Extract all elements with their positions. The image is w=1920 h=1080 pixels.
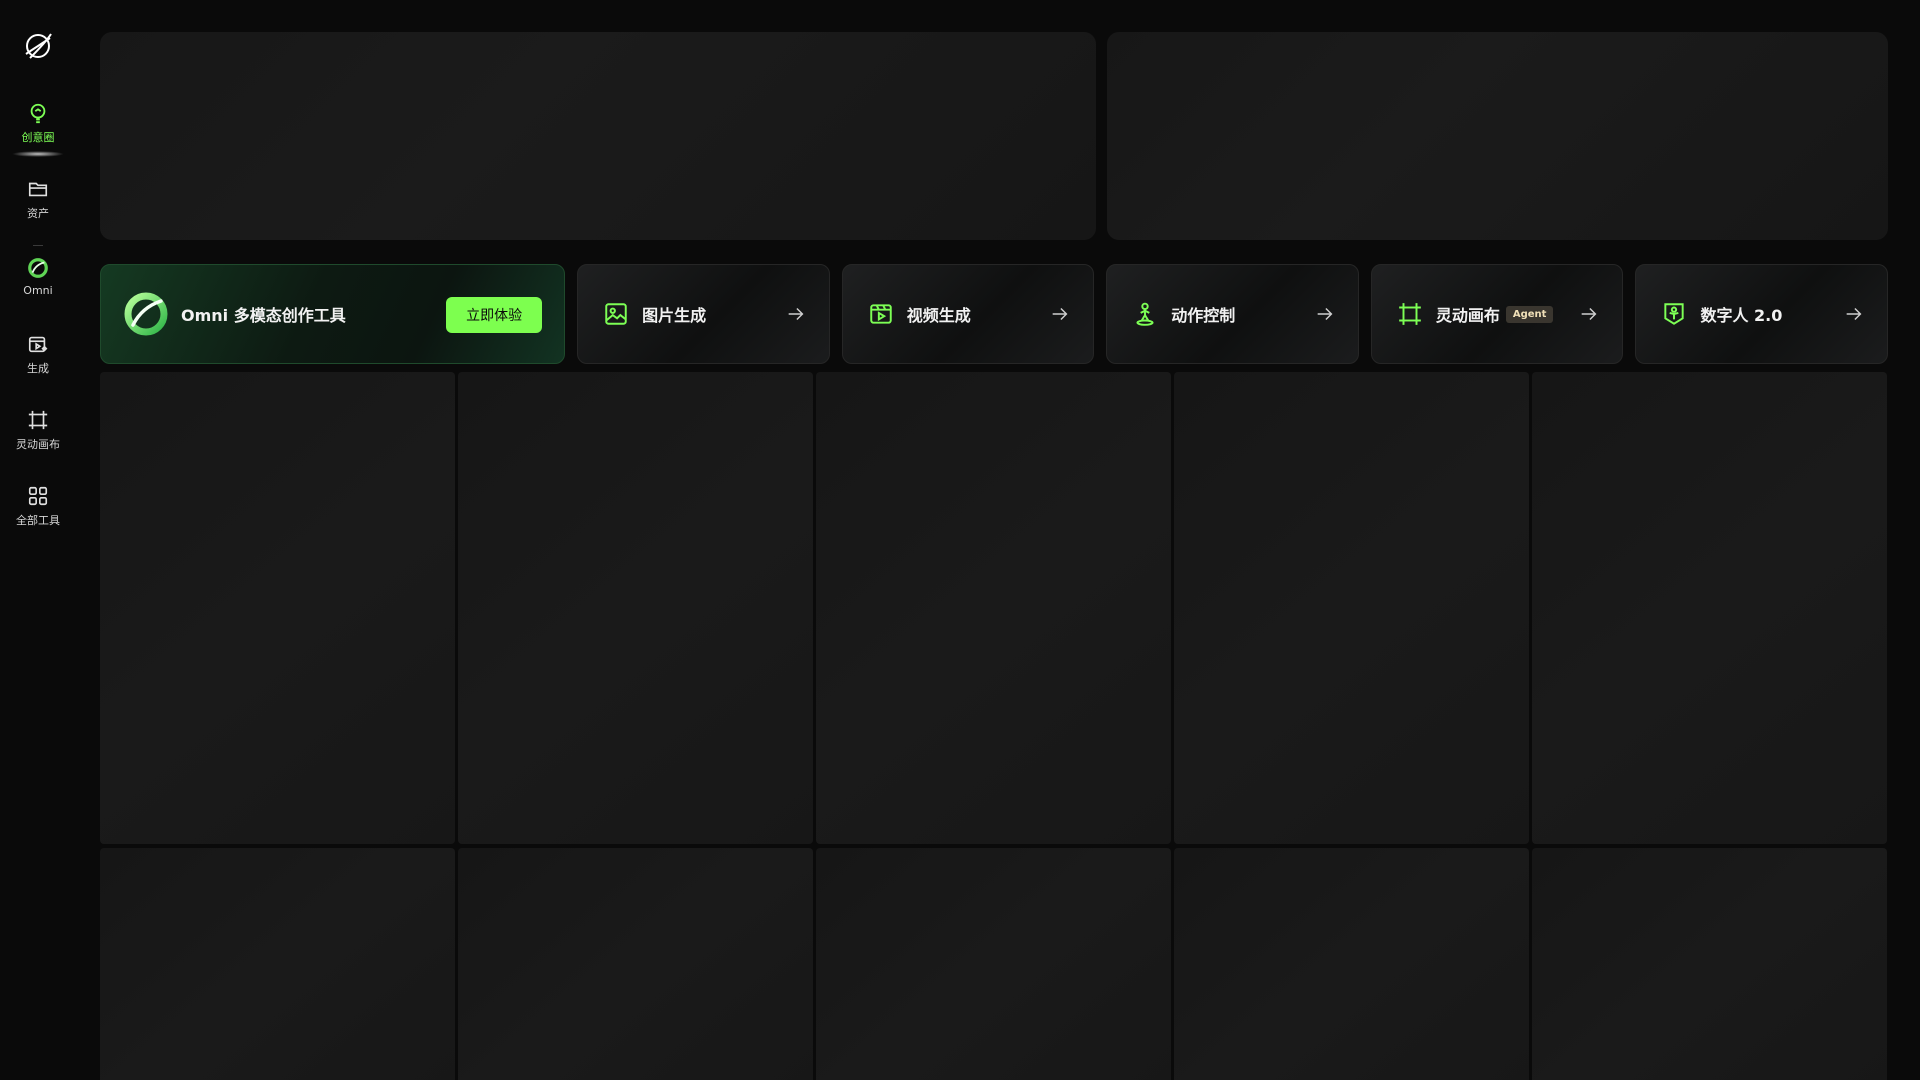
sidebar-item-omni[interactable]: Omni: [0, 256, 76, 314]
sidebar-item-canvas[interactable]: 灵动画布: [0, 408, 76, 466]
sidebar-item-all-tools[interactable]: 全部工具: [0, 484, 76, 542]
omni-logo-icon: [123, 291, 169, 337]
folder-icon: [26, 177, 50, 201]
tool-label: 灵动画布: [1435, 306, 1500, 325]
try-now-button[interactable]: 立即体验: [446, 297, 543, 333]
app-logo-icon[interactable]: [21, 29, 55, 63]
arrow-right-icon: [1578, 303, 1600, 325]
tool-card-video-generation[interactable]: 视频生成: [841, 264, 1095, 364]
omni-ring-icon: [26, 256, 50, 280]
motion-icon: [1131, 300, 1159, 328]
sidebar-nav: 创意圈 资产 Omni 生成 灵动画布 全部工具: [0, 101, 76, 560]
arrow-right-icon: [1843, 303, 1865, 325]
sidebar-item-label: 生成: [27, 362, 49, 375]
tool-label: Omni 多模态创作工具: [181, 306, 346, 325]
agent-badge: Agent: [1505, 305, 1554, 323]
content-card[interactable]: [1174, 848, 1529, 1080]
sidebar-item-creative[interactable]: 创意圈: [0, 101, 76, 159]
canvas-frame-icon: [1396, 300, 1424, 328]
content-card[interactable]: [458, 372, 813, 844]
tool-label: 图片生成: [642, 306, 707, 325]
image-icon: [602, 300, 630, 328]
canvas-frame-icon: [26, 408, 50, 432]
content-card[interactable]: [1174, 372, 1529, 844]
arrow-right-icon: [1314, 303, 1336, 325]
content-card[interactable]: [1532, 848, 1887, 1080]
tool-card-omni[interactable]: Omni 多模态创作工具 立即体验: [100, 264, 566, 364]
banner-right[interactable]: [1107, 32, 1888, 240]
tool-cards-row: Omni 多模态创作工具 立即体验 图片生成 视频生成 动作控制 灵动画布 Ag…: [100, 264, 1889, 364]
content-card[interactable]: [816, 372, 1171, 844]
tool-card-canvas[interactable]: 灵动画布 Agent: [1370, 264, 1624, 364]
sidebar-divider: [33, 245, 43, 246]
arrow-right-icon: [785, 303, 807, 325]
tool-label: 动作控制: [1171, 306, 1236, 325]
sidebar-item-assets[interactable]: 资产: [0, 177, 76, 235]
sidebar-item-label: Omni: [23, 284, 53, 297]
tool-card-digital-human[interactable]: 数字人 2.0: [1635, 264, 1889, 364]
content-card[interactable]: [816, 848, 1171, 1080]
content-card[interactable]: [100, 848, 455, 1080]
generate-icon: [26, 332, 50, 356]
tool-card-image-generation[interactable]: 图片生成: [577, 264, 830, 364]
bulb-icon: [26, 101, 50, 125]
sidebar-item-label: 资产: [27, 207, 49, 220]
content-card[interactable]: [458, 848, 813, 1080]
sidebar-item-label: 创意圈: [21, 131, 55, 144]
content-card[interactable]: [1532, 372, 1887, 844]
video-icon: [867, 300, 895, 328]
digital-human-icon: [1660, 300, 1688, 328]
content-grid: [100, 372, 1888, 1080]
sidebar: 创意圈 资产 Omni 生成 灵动画布 全部工具: [0, 0, 76, 1080]
active-indicator: [12, 151, 64, 157]
sidebar-item-generate[interactable]: 生成: [0, 332, 76, 390]
sidebar-item-label: 全部工具: [16, 514, 60, 527]
banner-left[interactable]: [100, 32, 1096, 240]
content-card[interactable]: [100, 372, 455, 844]
grid-icon: [26, 484, 50, 508]
tool-label: 视频生成: [906, 306, 971, 325]
arrow-right-icon: [1049, 303, 1071, 325]
tool-label: 数字人 2.0: [1700, 306, 1783, 325]
sidebar-item-label: 灵动画布: [16, 438, 60, 451]
tool-card-motion-control[interactable]: 动作控制: [1106, 264, 1359, 364]
